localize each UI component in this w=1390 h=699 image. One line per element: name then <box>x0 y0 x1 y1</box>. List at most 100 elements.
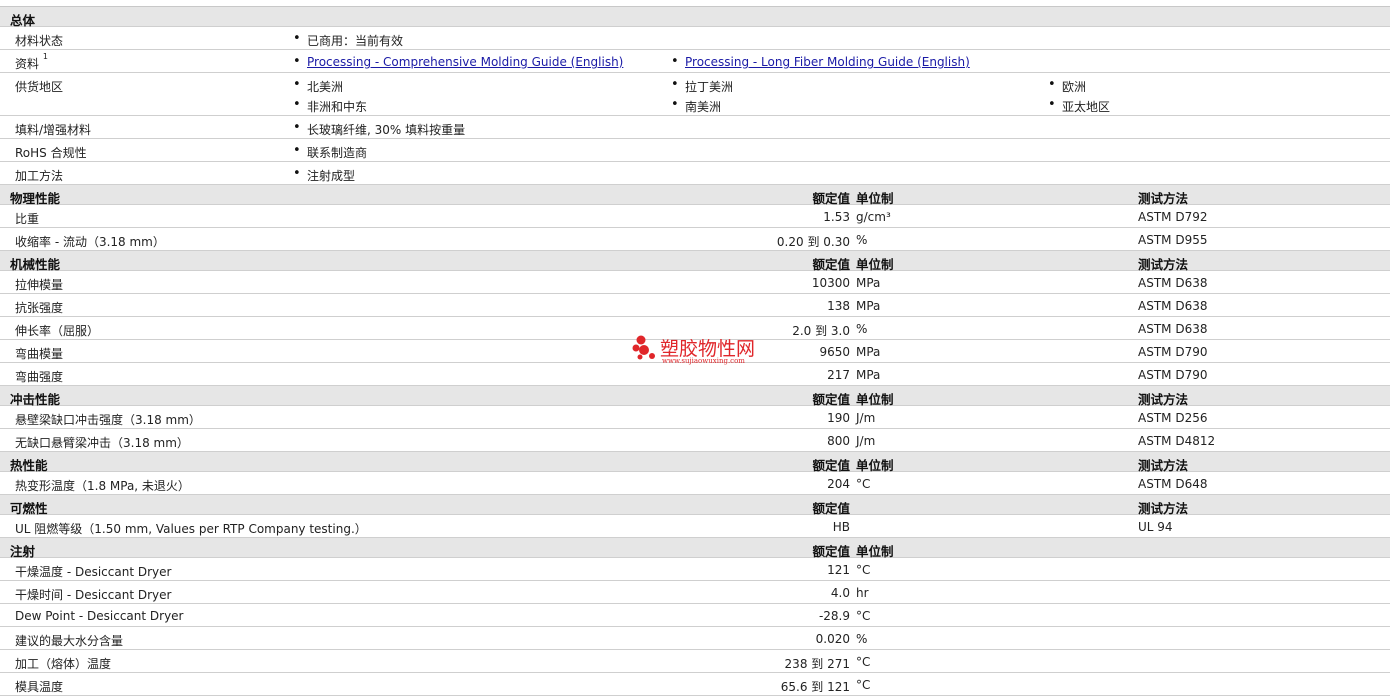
property-test: ASTM D790 <box>1138 345 1208 359</box>
property-value: 9650 <box>819 345 850 359</box>
table-row: 模具温度 65.6 到 121 °C <box>0 673 1390 696</box>
section-flammability: 可燃性 额定值 测试方法 <box>0 495 1390 516</box>
property-value: 1.53 <box>823 210 850 224</box>
property-name: 无缺口悬臂梁冲击（3.18 mm） <box>15 436 189 450</box>
row-material-status: 材料状态 已商用：当前有效 <box>0 27 1390 50</box>
property-value: 0.20 到 0.30 <box>776 235 850 249</box>
literature-item: Processing - Long Fiber Molding Guide (E… <box>671 54 970 69</box>
section-physical: 物理性能 额定值 单位制 测试方法 <box>0 185 1390 206</box>
property-unit: MPa <box>856 345 881 359</box>
property-unit: MPa <box>856 368 881 382</box>
table-row: 拉伸模量 10300 MPa ASTM D638 <box>0 271 1390 294</box>
region-item: 北美洲 <box>293 77 343 95</box>
property-unit: °C <box>856 563 871 577</box>
property-unit: °C <box>856 655 871 669</box>
table-row: 建议的最大水分含量 0.020 % <box>0 627 1390 650</box>
property-value: 121 <box>827 563 850 577</box>
property-unit: % <box>856 233 868 247</box>
section-injection: 注射 额定值 单位制 <box>0 538 1390 559</box>
property-name: 资料 1 <box>15 52 48 71</box>
property-name: 材料状态 <box>15 34 64 48</box>
watermark-url: www.sujiaowuxing.com <box>662 357 745 365</box>
property-name: 比重 <box>15 212 40 226</box>
property-test: ASTM D638 <box>1138 299 1208 313</box>
property-unit: hr <box>856 586 869 600</box>
property-unit: MPa <box>856 299 881 313</box>
property-name: 建议的最大水分含量 <box>15 634 124 648</box>
property-value: 190 <box>827 411 850 425</box>
top-border <box>0 0 1390 7</box>
property-name: 模具温度 <box>15 680 64 694</box>
property-name: 抗张强度 <box>15 301 64 315</box>
property-unit: J/m <box>856 434 876 448</box>
datasheet-page: 总体 材料状态 已商用：当前有效 资料 1 Processing - Compr… <box>0 0 1390 699</box>
property-test: ASTM D790 <box>1138 368 1208 382</box>
property-name: UL 阻燃等级（1.50 mm, Values per RTP Company … <box>15 522 367 536</box>
property-name: 干燥温度 - Desiccant Dryer <box>15 565 172 579</box>
property-unit: g/cm³ <box>856 210 891 224</box>
property-test: ASTM D955 <box>1138 233 1208 247</box>
table-row: 干燥温度 - Desiccant Dryer 121 °C <box>0 558 1390 581</box>
row-rohs: RoHS 合规性 联系制造商 <box>0 139 1390 162</box>
property-name: Dew Point - Desiccant Dryer <box>15 609 184 623</box>
property-test: ASTM D648 <box>1138 477 1208 491</box>
table-row: 悬壁梁缺口冲击强度（3.18 mm） 190 J/m ASTM D256 <box>0 406 1390 429</box>
property-name: 收缩率 - 流动（3.18 mm） <box>15 235 165 249</box>
property-test: ASTM D638 <box>1138 322 1208 336</box>
region-item: 非洲和中东 <box>293 97 367 115</box>
row-supply-regions: 供货地区 北美洲 拉丁美洲 欧洲 非洲和中东 南美洲 亚太地区 <box>0 73 1390 116</box>
property-value: 联系制造商 <box>293 143 367 161</box>
table-row: 干燥时间 - Desiccant Dryer 4.0 hr <box>0 581 1390 604</box>
long-fiber-molding-guide-link[interactable]: Processing - Long Fiber Molding Guide (E… <box>685 55 970 69</box>
property-value: 65.6 到 121 <box>780 680 850 694</box>
property-test: UL 94 <box>1138 520 1173 534</box>
region-item: 南美洲 <box>671 97 721 115</box>
property-name: 干燥时间 - Desiccant Dryer <box>15 588 172 602</box>
table-row: 抗张强度 138 MPa ASTM D638 <box>0 294 1390 317</box>
region-item: 欧洲 <box>1048 77 1086 95</box>
property-name: 悬壁梁缺口冲击强度（3.18 mm） <box>15 413 201 427</box>
property-name: 弯曲模量 <box>15 347 64 361</box>
table-row: 加工（熔体）温度 238 到 271 °C <box>0 650 1390 673</box>
property-unit: °C <box>856 609 871 623</box>
region-item: 拉丁美洲 <box>671 77 733 95</box>
property-value: 0.020 <box>815 632 850 646</box>
property-test: ASTM D256 <box>1138 411 1208 425</box>
property-test: ASTM D792 <box>1138 210 1208 224</box>
table-row: 收缩率 - 流动（3.18 mm） 0.20 到 0.30 % ASTM D95… <box>0 228 1390 251</box>
table-row: Dew Point - Desiccant Dryer -28.9 °C <box>0 604 1390 627</box>
watermark: 塑胶物性网 www.sujiaowuxing.com <box>632 334 772 368</box>
property-value: 238 到 271 <box>784 657 850 671</box>
literature-item: Processing - Comprehensive Molding Guide… <box>293 54 623 69</box>
property-value: 138 <box>827 299 850 313</box>
property-name: 加工方法 <box>15 169 64 183</box>
property-unit: MPa <box>856 276 881 290</box>
property-value: 2.0 到 3.0 <box>792 324 850 338</box>
property-unit: J/m <box>856 411 876 425</box>
section-thermal: 热性能 额定值 单位制 测试方法 <box>0 452 1390 473</box>
property-value: 长玻璃纤维, 30% 填料按重量 <box>293 120 465 138</box>
table-row: 比重 1.53 g/cm³ ASTM D792 <box>0 205 1390 228</box>
row-filler: 填料/增强材料 长玻璃纤维, 30% 填料按重量 <box>0 116 1390 139</box>
property-name: 热变形温度（1.8 MPa, 未退火） <box>15 479 190 493</box>
table-row: 无缺口悬臂梁冲击（3.18 mm） 800 J/m ASTM D4812 <box>0 429 1390 452</box>
property-test: ASTM D4812 <box>1138 434 1216 448</box>
property-name: 伸长率（屈服） <box>15 324 100 338</box>
section-general: 总体 <box>0 7 1390 28</box>
property-value: 注射成型 <box>293 166 355 184</box>
row-processing-method: 加工方法 注射成型 <box>0 162 1390 185</box>
property-unit: °C <box>856 678 871 692</box>
property-unit: % <box>856 322 868 336</box>
property-unit: °C <box>856 477 871 491</box>
property-name: 弯曲强度 <box>15 370 64 384</box>
property-name: 供货地区 <box>15 80 64 94</box>
property-value: 204 <box>827 477 850 491</box>
comprehensive-molding-guide-link[interactable]: Processing - Comprehensive Molding Guide… <box>307 55 623 69</box>
table-row: UL 阻燃等级（1.50 mm, Values per RTP Company … <box>0 515 1390 538</box>
property-name: 拉伸模量 <box>15 278 64 292</box>
property-unit: % <box>856 632 868 646</box>
property-name: 加工（熔体）温度 <box>15 657 112 671</box>
property-value: 4.0 <box>830 586 850 600</box>
section-impact: 冲击性能 额定值 单位制 测试方法 <box>0 386 1390 407</box>
table-row: 热变形温度（1.8 MPa, 未退火） 204 °C ASTM D648 <box>0 472 1390 495</box>
